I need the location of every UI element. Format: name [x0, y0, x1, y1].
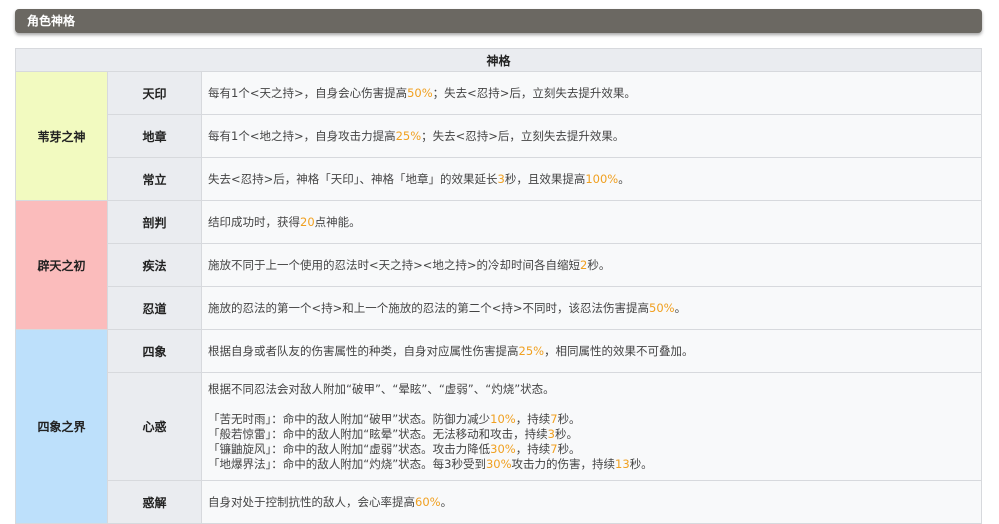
trait-name: 地章 [107, 114, 202, 158]
trait-desc: 自身对处于控制抗性的敌人，会心率提高60%。 [200, 480, 983, 524]
group-cell: 辟天之初 [15, 200, 108, 330]
desc-text: 。 [674, 300, 687, 315]
desc-text: 结印成功时，获得 [208, 214, 300, 229]
desc-text: 每有1个<地之持>，自身攻击力提高 [208, 128, 396, 143]
trait-desc: 每有1个<天之持>，自身会心伤害提高50%；失去<忍持>后，立刻失去提升效果。 [200, 71, 983, 115]
trait-name: 四象 [107, 329, 202, 373]
highlight-value: 3 [497, 171, 505, 186]
desc-line: 每有1个<天之持>，自身会心伤害提高50%；失去<忍持>后，立刻失去提升效果。 [208, 86, 975, 101]
desc-text: ；失去<忍持>后，立刻失去提升效果。 [421, 128, 625, 143]
divinity-table: 神格 苇芽之神 天印 每有1个<天之持>，自身会心伤害提高50%；失去<忍持>后… [14, 48, 983, 524]
desc-line: 结印成功时，获得20点神能。 [208, 215, 975, 230]
table-row: 辟天之初 剖判 结印成功时，获得20点神能。 [15, 200, 983, 330]
trait-desc: 失去<忍持>后，神格「天印」、神格「地章」的效果延长3秒，且效果提高100%。 [200, 157, 983, 201]
desc-text: 「地爆界法」：命中的敌人附加“灼烧”状态。每3秒受到 [208, 456, 486, 471]
table-heading: 神格 [14, 48, 983, 72]
table-row: 四象之界 四象 根据自身或者队友的伤害属性的种类，自身对应属性伤害提高25%，相… [15, 329, 983, 524]
highlight-value: 7 [550, 411, 558, 426]
desc-text: 。 [618, 171, 630, 186]
table-row: 地章 每有1个<地之持>，自身攻击力提高25%；失去<忍持>后，立刻失去提升效果… [16, 114, 983, 158]
table-row: 惑解 自身对处于控制抗性的敌人，会心率提高60%。 [16, 480, 983, 524]
desc-text: 「镰鼬旋风」：命中的敌人附加“虚弱”状态。攻击力降低 [208, 441, 491, 456]
desc-text: 自身对处于控制抗性的敌人，会心率提高 [208, 494, 415, 509]
section-header: 角色神格 [15, 9, 982, 33]
trait-name: 心惑 [107, 372, 202, 481]
table-row: 苇芽之神 天印 每有1个<天之持>，自身会心伤害提高50%；失去<忍持>后，立刻… [15, 71, 983, 201]
desc-text: 每有1个<天之持>，自身会心伤害提高 [208, 85, 408, 100]
desc-text: 「苦无时雨」：命中的敌人附加“破甲”状态。防御力减少 [208, 411, 491, 426]
desc-text: 根据不同忍法会对敌人附加“破甲”、“晕眩”、“虚弱”、“灼烧”状态。 [208, 381, 555, 396]
table-row: 心惑 根据不同忍法会对敌人附加“破甲”、“晕眩”、“虚弱”、“灼烧”状态。 「苦无… [16, 372, 983, 481]
trait-name: 剖判 [107, 200, 202, 244]
trait-name: 天印 [107, 71, 202, 115]
desc-line: 根据自身或者队友的伤害属性的种类，自身对应属性伤害提高25%，相同属性的效果不可… [208, 344, 975, 359]
desc-line: 自身对处于控制抗性的敌人，会心率提高60%。 [208, 495, 975, 510]
desc-text: 秒。 [555, 426, 578, 441]
desc-text: ，相同属性的效果不可叠加。 [544, 343, 694, 358]
desc-text: 施放的忍法的第一个<持>和上一个施放的忍法的第二个<持>不同时，该忍法伤害提高 [208, 300, 650, 315]
desc-text: 秒。 [557, 411, 581, 426]
desc-line: 每有1个<地之持>，自身攻击力提高25%；失去<忍持>后，立刻失去提升效果。 [208, 129, 975, 144]
desc-line: 「地爆界法」：命中的敌人附加“灼烧”状态。每3秒受到30%攻击力的伤害，持续13… [208, 457, 975, 472]
trait-desc: 每有1个<地之持>，自身攻击力提高25%；失去<忍持>后，立刻失去提升效果。 [200, 114, 983, 158]
group-cell: 苇芽之神 [15, 71, 108, 201]
desc-text: ，持续 [515, 441, 551, 456]
desc-line: 施放的忍法的第一个<持>和上一个施放的忍法的第二个<持>不同时，该忍法伤害提高5… [208, 301, 975, 316]
highlight-value: 60% [415, 494, 441, 509]
desc-text: 秒。 [557, 441, 581, 456]
desc-line: 失去<忍持>后，神格「天印」、神格「地章」的效果延长3秒，且效果提高100%。 [208, 172, 975, 187]
desc-text: 点神能。 [314, 214, 361, 229]
highlight-value: 25% [518, 343, 545, 358]
highlight-value: 50% [407, 85, 433, 100]
table-row: 疾法 施放不同于上一个使用的忍法时<天之持><地之持>的冷却时间各自缩短2秒。 [16, 243, 983, 287]
desc-line: 「苦无时雨」：命中的敌人附加“破甲”状态。防御力减少10%，持续7秒。 [208, 412, 975, 427]
highlight-value: 7 [550, 441, 558, 456]
highlight-value: 50% [649, 300, 675, 315]
highlight-value: 100% [585, 171, 619, 186]
desc-text: 秒，且效果提高 [504, 171, 586, 186]
highlight-value: 30% [490, 441, 516, 456]
desc-line: 「般若惊雷」：命中的敌人附加“眩晕”状态。无法移动和攻击，持续3秒。 [208, 427, 975, 442]
desc-text: 失去<忍持>后，神格「天印」、神格「地章」的效果延长 [208, 171, 498, 186]
highlight-value: 20 [300, 214, 315, 229]
desc-text: 「般若惊雷」：命中的敌人附加“眩晕”状态。无法移动和攻击，持续 [208, 426, 548, 441]
trait-desc: 施放不同于上一个使用的忍法时<天之持><地之持>的冷却时间各自缩短2秒。 [200, 243, 983, 287]
desc-text: 施放不同于上一个使用的忍法时<天之持><地之持>的冷却时间各自缩短 [208, 257, 581, 272]
desc-text: 。 [440, 494, 453, 509]
table-row: 常立 失去<忍持>后，神格「天印」、神格「地章」的效果延长3秒，且效果提高100… [16, 157, 983, 201]
highlight-value: 25% [395, 128, 422, 143]
trait-name: 疾法 [107, 243, 202, 287]
desc-line: 施放不同于上一个使用的忍法时<天之持><地之持>的冷却时间各自缩短2秒。 [208, 258, 975, 273]
desc-line: 「镰鼬旋风」：命中的敌人附加“虚弱”状态。攻击力降低30%，持续7秒。 [208, 442, 975, 457]
trait-desc: 结印成功时，获得20点神能。 [200, 200, 983, 244]
desc-line: 根据不同忍法会对敌人附加“破甲”、“晕眩”、“虚弱”、“灼烧”状态。 [208, 382, 975, 397]
highlight-value: 13 [615, 456, 630, 471]
trait-name: 常立 [107, 157, 202, 201]
desc-text: ，持续 [515, 411, 551, 426]
desc-text: 攻击力的伤害，持续 [511, 456, 616, 471]
desc-text: 秒。 [629, 456, 653, 471]
group-cell: 四象之界 [15, 329, 108, 524]
table-row: 忍道 施放的忍法的第一个<持>和上一个施放的忍法的第二个<持>不同时，该忍法伤害… [16, 286, 983, 330]
desc-text: 秒。 [587, 257, 611, 272]
trait-desc: 根据自身或者队友的伤害属性的种类，自身对应属性伤害提高25%，相同属性的效果不可… [200, 329, 983, 373]
trait-name: 忍道 [107, 286, 202, 330]
highlight-value: 30% [485, 456, 512, 471]
highlight-value: 10% [490, 411, 516, 426]
highlight-value: 3 [547, 426, 555, 441]
trait-desc: 根据不同忍法会对敌人附加“破甲”、“晕眩”、“虚弱”、“灼烧”状态。 「苦无时雨」… [200, 372, 983, 481]
section-title: 角色神格 [27, 14, 76, 28]
trait-desc: 施放的忍法的第一个<持>和上一个施放的忍法的第二个<持>不同时，该忍法伤害提高5… [200, 286, 983, 330]
trait-name: 惑解 [107, 480, 202, 524]
desc-text: 根据自身或者队友的伤害属性的种类，自身对应属性伤害提高 [208, 343, 519, 358]
desc-text: ；失去<忍持>后，立刻失去提升效果。 [432, 85, 636, 100]
